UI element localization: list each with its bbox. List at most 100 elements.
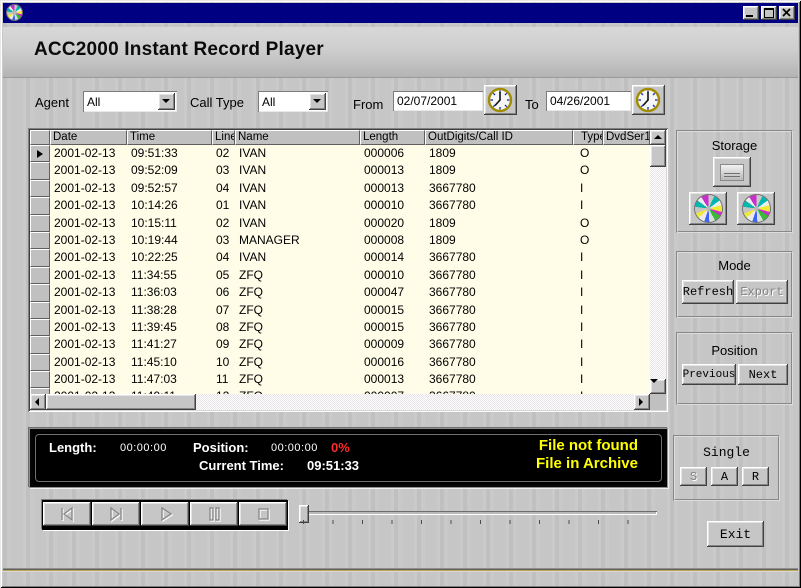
row-selector[interactable] bbox=[30, 302, 50, 319]
row-selector[interactable] bbox=[30, 336, 50, 353]
row-selector[interactable] bbox=[30, 319, 50, 336]
column-header-dvdser1[interactable]: DvdSer1 bbox=[603, 130, 650, 145]
row-selector[interactable] bbox=[30, 284, 50, 301]
cell-length: 000016 bbox=[360, 354, 425, 371]
from-date-input[interactable] bbox=[393, 91, 483, 111]
column-header-time[interactable]: Time bbox=[127, 130, 212, 145]
cell-outdigits: 3667780 bbox=[425, 284, 573, 301]
column-header-outdigits[interactable]: OutDigits/Call ID bbox=[425, 130, 573, 145]
scroll-down-button[interactable] bbox=[650, 379, 666, 394]
column-header-line[interactable]: Line bbox=[212, 130, 235, 145]
row-selector[interactable] bbox=[30, 371, 50, 388]
exit-button[interactable]: Exit bbox=[707, 521, 764, 547]
scroll-up-button[interactable] bbox=[650, 130, 666, 145]
row-selector[interactable] bbox=[30, 354, 50, 371]
table-row[interactable]: 2001-02-1311:41:2709ZFQ0000093667780I bbox=[30, 336, 650, 353]
refresh-button[interactable]: Refresh bbox=[682, 280, 734, 304]
single-r-button[interactable]: R bbox=[742, 467, 769, 486]
cd-icon bbox=[743, 195, 770, 222]
scroll-left-button[interactable] bbox=[30, 394, 46, 410]
vertical-scroll-thumb[interactable] bbox=[650, 145, 666, 167]
cd-icon bbox=[695, 195, 722, 222]
call-type-select[interactable]: All bbox=[258, 91, 328, 112]
previous-button[interactable]: Previous bbox=[682, 364, 736, 385]
export-button[interactable]: Export bbox=[736, 280, 788, 304]
table-row[interactable]: 2001-02-1310:15:1102IVAN0000201809O bbox=[30, 215, 650, 232]
table-row[interactable]: 2001-02-1310:14:2601IVAN0000103667780I bbox=[30, 197, 650, 214]
agent-dropdown-button[interactable] bbox=[158, 93, 175, 110]
table-row[interactable]: 2001-02-1311:34:5505ZFQ0000103667780I bbox=[30, 267, 650, 284]
row-selector[interactable] bbox=[30, 162, 50, 179]
cell-name: ZFQ bbox=[235, 319, 360, 336]
skip-end-button[interactable] bbox=[92, 502, 140, 526]
position-label: Position: bbox=[193, 440, 249, 455]
vertical-scroll-track[interactable] bbox=[650, 167, 666, 379]
row-selector[interactable] bbox=[30, 232, 50, 249]
cell-length: 000015 bbox=[360, 302, 425, 319]
length-label: Length: bbox=[49, 440, 97, 455]
position-panel: Position Previous Next bbox=[676, 332, 793, 405]
to-label: To bbox=[525, 97, 539, 112]
row-selector[interactable] bbox=[30, 215, 50, 232]
skip-start-button[interactable] bbox=[43, 502, 91, 526]
row-selector[interactable] bbox=[30, 145, 50, 162]
title-bar[interactable] bbox=[3, 3, 798, 23]
table-row[interactable]: 2001-02-1311:38:2807ZFQ0000153667780I bbox=[30, 302, 650, 319]
application-window: ACC2000 Instant Record Player Agent All … bbox=[0, 0, 801, 588]
table-row[interactable]: 2001-02-1311:45:1010ZFQ0000163667780I bbox=[30, 354, 650, 371]
seek-slider-track[interactable] bbox=[299, 511, 657, 515]
table-row[interactable]: 2001-02-1309:52:0903IVAN0000131809O bbox=[30, 162, 650, 179]
horizontal-scrollbar[interactable] bbox=[30, 394, 650, 410]
horizontal-scroll-thumb[interactable] bbox=[46, 394, 196, 410]
to-date-input[interactable] bbox=[546, 91, 631, 111]
column-header-date[interactable]: Date bbox=[50, 130, 127, 145]
cell-outdigits: 3667780 bbox=[425, 336, 573, 353]
cell-type: O bbox=[573, 215, 603, 232]
cell-date: 2001-02-13 bbox=[50, 267, 127, 284]
row-selector[interactable] bbox=[30, 267, 50, 284]
table-row[interactable]: 2001-02-1310:22:2504IVAN0000143667780I bbox=[30, 249, 650, 266]
row-selector[interactable] bbox=[30, 249, 50, 266]
table-row[interactable]: 2001-02-1310:19:4403MANAGER0000081809O bbox=[30, 232, 650, 249]
horizontal-scroll-track[interactable] bbox=[196, 394, 634, 410]
cell-length: 000013 bbox=[360, 162, 425, 179]
table-row[interactable]: 2001-02-1309:51:3302IVAN0000061809O bbox=[30, 145, 650, 162]
single-s-button[interactable]: S bbox=[680, 467, 707, 486]
cell-line: 02 bbox=[212, 215, 235, 232]
close-button[interactable] bbox=[779, 6, 795, 20]
minimize-button[interactable] bbox=[743, 6, 759, 20]
play-button[interactable] bbox=[141, 502, 189, 526]
cell-outdigits: 3667780 bbox=[425, 354, 573, 371]
row-selector[interactable] bbox=[30, 197, 50, 214]
maximize-button[interactable] bbox=[761, 6, 777, 20]
column-header-name[interactable]: Name bbox=[235, 130, 360, 145]
cell-time: 10:22:25 bbox=[127, 249, 212, 266]
agent-select[interactable]: All bbox=[83, 91, 177, 112]
scroll-right-button[interactable] bbox=[634, 394, 650, 410]
cd-storage-button-1[interactable] bbox=[689, 192, 727, 225]
table-row[interactable]: 2001-02-1309:52:5704IVAN0000133667780I bbox=[30, 180, 650, 197]
column-header-length[interactable]: Length bbox=[360, 130, 425, 145]
cell-outdigits: 3667780 bbox=[425, 249, 573, 266]
cell-date: 2001-02-13 bbox=[50, 162, 127, 179]
current-row-icon bbox=[37, 150, 43, 158]
cell-time: 11:39:45 bbox=[127, 319, 212, 336]
single-a-button[interactable]: A bbox=[711, 467, 738, 486]
table-row[interactable]: 2001-02-1311:36:0306ZFQ0000473667780I bbox=[30, 284, 650, 301]
column-header-type[interactable]: Type bbox=[573, 130, 603, 145]
from-calendar-button[interactable] bbox=[484, 85, 517, 115]
to-calendar-button[interactable] bbox=[632, 85, 665, 115]
pause-button[interactable] bbox=[190, 502, 238, 526]
row-selector[interactable] bbox=[30, 180, 50, 197]
next-button[interactable]: Next bbox=[738, 364, 788, 385]
drive-storage-button[interactable] bbox=[713, 157, 751, 187]
vertical-scrollbar[interactable] bbox=[650, 130, 666, 410]
stop-button[interactable] bbox=[239, 502, 287, 526]
call-type-dropdown-button[interactable] bbox=[309, 93, 326, 110]
current-time-value: 09:51:33 bbox=[307, 458, 359, 473]
cell-dvdser1 bbox=[603, 180, 650, 197]
table-row[interactable]: 2001-02-1311:47:0311ZFQ0000133667780I bbox=[30, 371, 650, 388]
table-row[interactable]: 2001-02-1311:39:4508ZFQ0000153667780I bbox=[30, 319, 650, 336]
arrow-down-icon bbox=[650, 379, 658, 383]
cd-storage-button-2[interactable] bbox=[737, 192, 775, 225]
